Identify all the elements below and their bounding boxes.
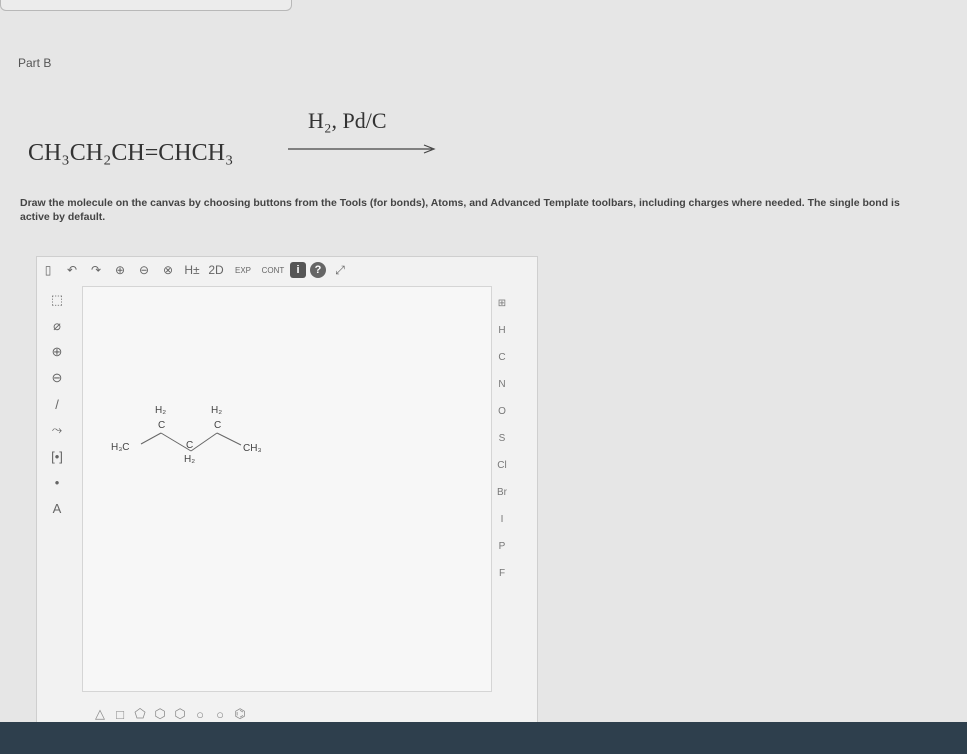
pentagon-template-icon[interactable]: ⬠ bbox=[132, 706, 148, 722]
templates-toolbar: △ □ ⬠ ⬡ ⬡ ○ ○ ⌬ bbox=[92, 706, 248, 722]
molecule-drawing: H₃C H₂ C C H₂ H₂ C CH₃ bbox=[111, 405, 262, 465]
atom-button-br[interactable]: Br bbox=[490, 479, 514, 506]
undo-icon[interactable]: ↶ bbox=[62, 260, 82, 280]
benzene-template-icon[interactable]: ⌬ bbox=[232, 706, 248, 722]
molecule-h2-top1-label: H₂ bbox=[155, 405, 166, 416]
toolbar-top: ▯ ↶ ↷ ⊕ ⊖ ⊗ H± 2D EXP CONT i? ⤢ bbox=[38, 258, 350, 282]
negative-charge-icon[interactable]: ⊖ bbox=[46, 368, 68, 388]
molecule-h2-top2-label: H₂ bbox=[211, 405, 222, 416]
bottom-bar bbox=[0, 722, 967, 754]
drawing-canvas[interactable]: H₃C H₂ C C H₂ H₂ C CH₃ bbox=[82, 286, 492, 692]
zoom-in-icon[interactable]: ⊕ bbox=[110, 260, 130, 280]
triangle-template-icon[interactable]: △ bbox=[92, 706, 108, 722]
help-icon[interactable]: ? bbox=[310, 262, 326, 278]
part-label: Part B bbox=[18, 56, 52, 70]
molecule-c-top2-label: C bbox=[214, 420, 221, 431]
bracket-tool-icon[interactable]: [•] bbox=[46, 446, 68, 466]
eraser-icon[interactable]: ⌀ bbox=[46, 316, 68, 336]
positive-charge-icon[interactable]: ⊕ bbox=[46, 342, 68, 362]
molecule-c-bottom-label: C bbox=[186, 440, 193, 451]
atom-button-cl[interactable]: Cl bbox=[490, 452, 514, 479]
reagent-label: H₂, Pd/C bbox=[308, 108, 387, 133]
molecule-ch3-label: CH₃ bbox=[243, 443, 262, 454]
molecule-h3c-label: H₃C bbox=[111, 442, 130, 453]
square-template-icon[interactable]: □ bbox=[112, 706, 128, 722]
reaction-arrow bbox=[288, 144, 436, 154]
atom-button-i[interactable]: I bbox=[490, 506, 514, 533]
atom-button-c[interactable]: C bbox=[490, 344, 514, 371]
atom-button-h[interactable]: H bbox=[490, 317, 514, 344]
hydrogen-toggle-icon[interactable]: H± bbox=[182, 260, 202, 280]
zoom-reset-icon[interactable]: ⊗ bbox=[158, 260, 178, 280]
toolbar-tools: ⬚ ⌀ ⊕ ⊖ / ⤳ [•] • A bbox=[46, 290, 74, 518]
expand-icon[interactable]: EXP bbox=[230, 260, 256, 280]
fullscreen-icon[interactable]: ⤢ bbox=[330, 260, 350, 280]
info-icon[interactable]: i bbox=[290, 262, 306, 278]
2d-clean-icon[interactable]: 2D bbox=[206, 260, 226, 280]
octagon-template-icon[interactable]: ○ bbox=[212, 706, 228, 722]
atom-button-n[interactable]: N bbox=[490, 371, 514, 398]
periodic-table-icon[interactable]: ⊞ bbox=[490, 290, 514, 317]
hexagon-template-icon[interactable]: ⬡ bbox=[152, 706, 168, 722]
new-document-icon[interactable]: ▯ bbox=[38, 260, 58, 280]
atoms-toolbar: ⊞ H C N O S Cl Br I P F bbox=[490, 290, 514, 587]
contract-icon[interactable]: CONT bbox=[260, 260, 286, 280]
previous-answer-box bbox=[0, 0, 292, 11]
molecule-c-top1-label: C bbox=[158, 420, 165, 431]
atom-button-f[interactable]: F bbox=[490, 560, 514, 587]
reactant-formula: CH₃CH₂CH=CHCH₃ bbox=[28, 140, 234, 166]
atom-button-p[interactable]: P bbox=[490, 533, 514, 560]
chain-tool-icon[interactable]: ⤳ bbox=[46, 420, 68, 440]
zoom-out-icon[interactable]: ⊖ bbox=[134, 260, 154, 280]
lone-pair-icon[interactable]: • bbox=[46, 472, 68, 492]
atom-button-o[interactable]: O bbox=[490, 398, 514, 425]
heptagon-template-icon[interactable]: ○ bbox=[192, 706, 208, 722]
redo-icon[interactable]: ↷ bbox=[86, 260, 106, 280]
select-tool-icon[interactable]: ⬚ bbox=[46, 290, 68, 310]
hexagon-alt-template-icon[interactable]: ⬡ bbox=[172, 706, 188, 722]
molecule-h2-bottom-label: H₂ bbox=[184, 454, 195, 465]
instructions-text: Draw the molecule on the canvas by choos… bbox=[20, 197, 900, 223]
atom-label-icon[interactable]: A bbox=[46, 498, 68, 518]
single-bond-icon[interactable]: / bbox=[46, 394, 68, 414]
atom-button-s[interactable]: S bbox=[490, 425, 514, 452]
